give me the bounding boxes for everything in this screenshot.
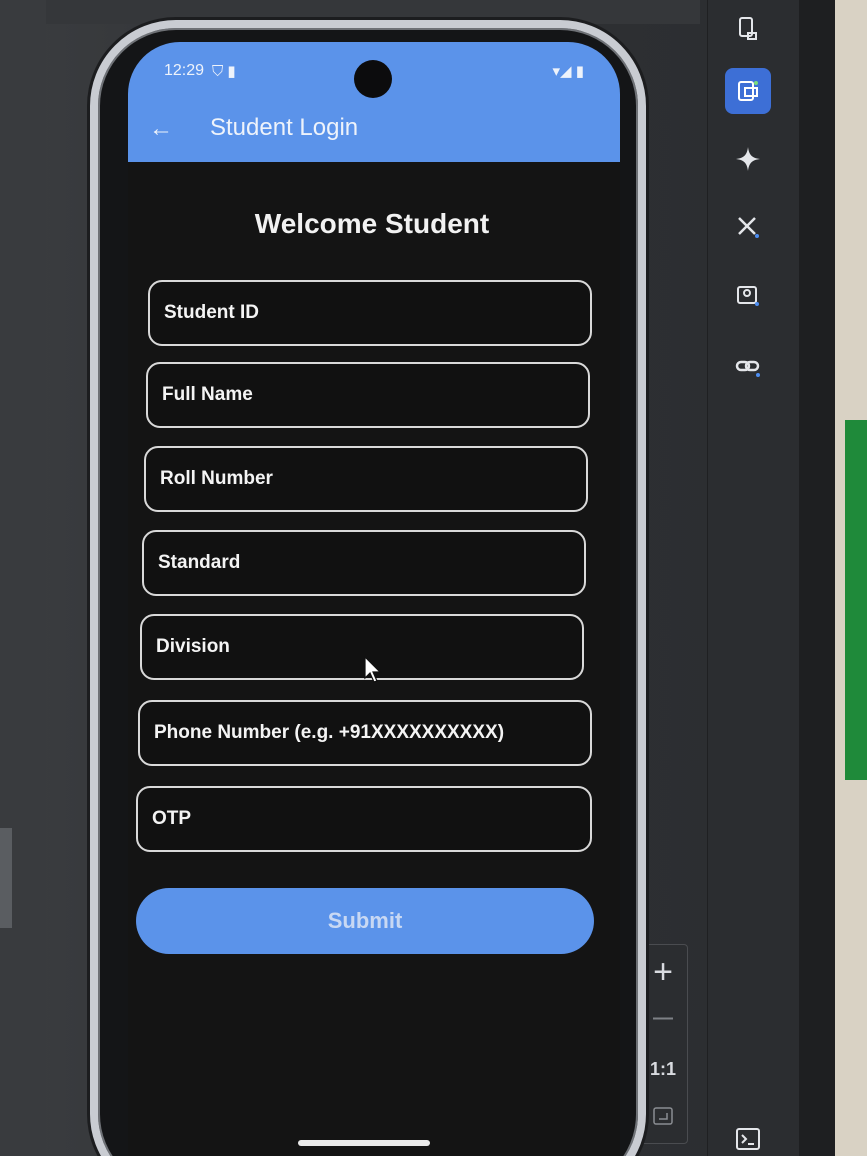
mouse-cursor-icon <box>364 656 382 683</box>
running-devices-icon[interactable] <box>725 68 771 114</box>
phone-screen: 12:29 ⛉ ▮ ▾◢ ▮ ← Student Login Welcome S… <box>128 42 620 1156</box>
otp-field[interactable]: OTP <box>136 786 592 852</box>
outside-green-object <box>845 420 867 780</box>
page-title: Student Login <box>210 114 359 141</box>
field-label: Student ID <box>164 302 259 323</box>
app-bar: 12:29 ⛉ ▮ ▾◢ ▮ ← Student Login <box>128 42 620 162</box>
status-time: 12:29 <box>164 62 205 79</box>
roll-number-field[interactable]: Roll Number <box>144 446 588 512</box>
division-field[interactable]: Division <box>140 614 584 680</box>
field-label: Standard <box>158 552 241 573</box>
link-icon[interactable] <box>725 344 771 390</box>
phone-number-field[interactable]: Phone Number (e.g. +91XXXXXXXXXX) <box>138 700 592 766</box>
layout-inspector-icon[interactable] <box>725 272 771 318</box>
field-label: Roll Number <box>160 468 273 489</box>
student-id-field[interactable]: Student ID <box>148 280 592 346</box>
device-manager-icon[interactable] <box>725 6 771 52</box>
status-signal-battery-icons: ▾◢ ▮ <box>552 63 585 80</box>
status-notification-icons: ⛉ ▮ <box>212 63 236 80</box>
front-camera <box>354 60 392 98</box>
field-label: Phone Number (e.g. +91XXXXXXXXXX) <box>154 722 505 743</box>
terminal-icon[interactable] <box>725 1116 771 1156</box>
home-indicator[interactable] <box>298 1140 430 1146</box>
field-label: Full Name <box>162 384 253 405</box>
back-arrow-icon[interactable]: ← <box>146 114 176 144</box>
field-label: OTP <box>152 808 192 829</box>
submit-button[interactable]: Submit <box>136 888 594 954</box>
welcome-heading: Welcome Student <box>254 208 490 239</box>
ide-left-tab[interactable] <box>0 828 12 928</box>
standard-field[interactable]: Standard <box>142 530 586 596</box>
field-label: Division <box>156 636 230 657</box>
full-name-field[interactable]: Full Name <box>146 362 590 428</box>
ide-left-panel <box>0 0 46 1156</box>
tools-icon[interactable] <box>725 204 771 250</box>
gemini-sparkle-icon[interactable] <box>725 136 771 182</box>
